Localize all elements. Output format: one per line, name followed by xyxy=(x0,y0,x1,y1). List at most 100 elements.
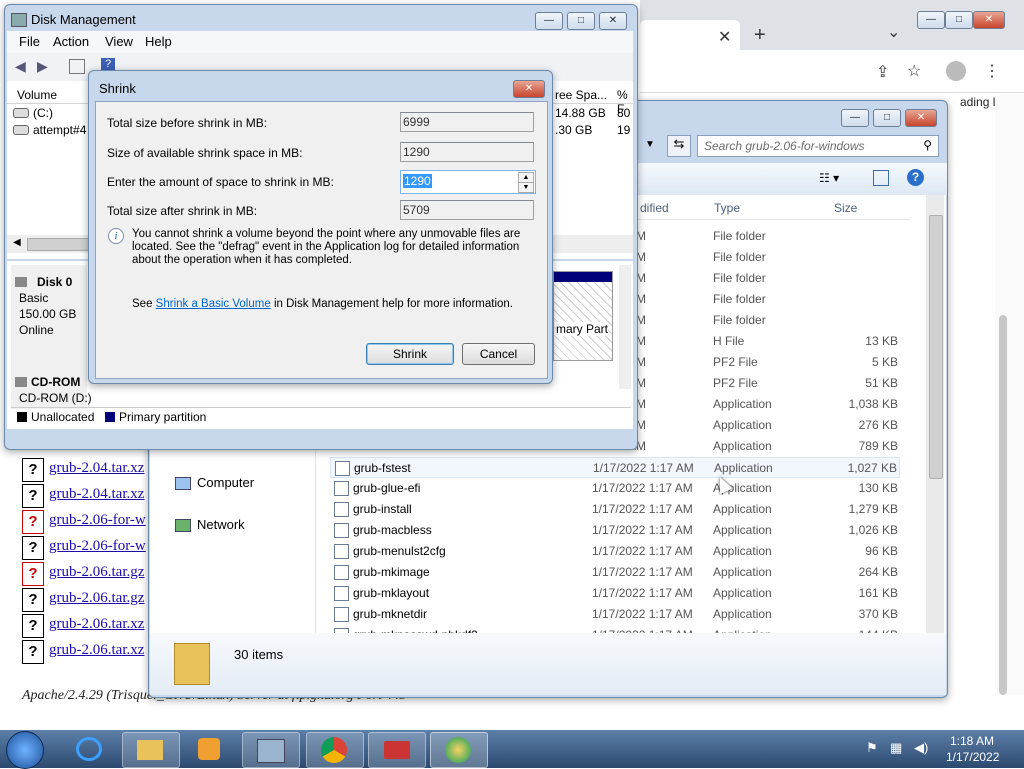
partition-label: mary Part xyxy=(556,322,609,336)
application-file-icon xyxy=(334,523,349,538)
taskbar-toolbox-icon[interactable] xyxy=(368,732,426,768)
menu-file[interactable]: File xyxy=(19,34,40,49)
shrink-amount-input[interactable]: 1290 xyxy=(403,174,432,188)
properties-icon[interactable] xyxy=(69,59,85,74)
forward-icon[interactable]: ▶ xyxy=(37,58,48,75)
file-size: 1,027 KB xyxy=(847,461,897,475)
application-file-icon xyxy=(334,565,349,580)
dm-close-button[interactable]: ✕ xyxy=(599,12,627,30)
dm-minimize-button[interactable]: — xyxy=(535,12,563,30)
taskbar-explorer-icon[interactable] xyxy=(122,732,180,768)
dm-maximize-button[interactable]: □ xyxy=(567,12,595,30)
clock-time[interactable]: 1:18 AM xyxy=(950,734,994,748)
file-row[interactable]: grub-mklayout 1/17/2022 1:17 AM Applicatio… xyxy=(330,583,900,604)
file-type: Application xyxy=(713,565,772,579)
unallocated-swatch xyxy=(17,412,27,422)
taskbar-disk-management-icon[interactable] xyxy=(242,732,300,768)
file-row[interactable]: grub-mknetdir 1/17/2022 1:17 AM Applicatio… xyxy=(330,604,900,625)
file-type: File folder xyxy=(713,292,766,306)
file-size: 130 KB xyxy=(858,481,898,495)
menu-view[interactable]: View xyxy=(105,34,133,49)
disk0-type: Basic xyxy=(19,291,49,305)
cdrom-drive: CD-ROM (D:) xyxy=(19,391,92,405)
file-date: 1/17/2022 1:17 AM xyxy=(593,461,694,475)
taskbar-chrome-icon[interactable] xyxy=(306,732,364,768)
menu-help[interactable]: Help xyxy=(145,34,172,49)
file-type: Application xyxy=(713,439,772,453)
label-total-after: Total size after shrink in MB: xyxy=(107,204,258,218)
cdrom-info[interactable]: CD-ROM CD-ROM (D:) xyxy=(11,373,92,409)
shrink-amount-stepper[interactable]: 1290 ▲ ▼ xyxy=(400,170,536,194)
file-row[interactable]: grub-fstest 1/17/2022 1:17 AM Application 1… xyxy=(330,457,900,478)
column-volume[interactable]: Volume xyxy=(17,88,57,102)
total-before-field: 6999 xyxy=(400,112,534,132)
application-file-icon xyxy=(334,586,349,601)
file-date: 1/17/2022 1:17 AM xyxy=(592,481,693,495)
cancel-button[interactable]: Cancel xyxy=(462,343,535,365)
file-date: 1/17/2022 1:17 AM xyxy=(592,502,693,516)
legend-primary: Primary partition xyxy=(119,410,207,424)
shrink-close-button[interactable]: ✕ xyxy=(513,80,545,98)
primary-partition-block[interactable]: mary Part xyxy=(553,271,613,361)
volume-free: 14.88 GB xyxy=(555,106,606,120)
file-name: grub-menulst2cfg xyxy=(353,544,446,558)
legend-unallocated: Unallocated xyxy=(31,410,95,424)
application-file-icon xyxy=(334,628,349,633)
file-size: 5 KB xyxy=(871,355,898,369)
spin-down-icon[interactable]: ▼ xyxy=(518,182,534,193)
volume-tray-icon[interactable]: ◀) xyxy=(914,740,928,756)
file-type: Application xyxy=(713,418,772,432)
file-link[interactable]: grub-2.06.tar.xz xyxy=(49,642,144,659)
file-date: 1/17/2022 1:17 AM xyxy=(592,586,693,600)
network-tray-icon[interactable]: ▦ xyxy=(890,740,902,756)
file-row[interactable]: grub-glue-efi 1/17/2022 1:17 AM Applicatio… xyxy=(330,478,900,499)
available-field: 1290 xyxy=(400,142,534,162)
file-date: 1/17/2022 1:17 AM xyxy=(592,565,693,579)
menu-action[interactable]: Action xyxy=(53,34,89,49)
total-after-field: 5709 xyxy=(400,200,534,220)
taskbar-windows-icon[interactable] xyxy=(430,732,488,768)
taskbar-ie-icon[interactable] xyxy=(62,732,118,766)
shrink-button[interactable]: Shrink xyxy=(366,343,454,365)
file-size: 276 KB xyxy=(858,418,898,432)
file-size: 144 KB xyxy=(859,628,898,633)
application-file-icon xyxy=(334,502,349,517)
file-name: grub-mkpasswd-pbkdf2 xyxy=(353,628,478,633)
disk-map-scrollbar[interactable] xyxy=(619,265,631,389)
file-type: Application xyxy=(713,628,772,633)
file-row[interactable]: grub-mkpasswd-pbkdf2 1/17/2022 1:17 AM App… xyxy=(330,625,900,633)
file-type: Application xyxy=(713,502,772,516)
taskbar-media-player-icon[interactable] xyxy=(182,732,238,766)
file-size: 789 KB xyxy=(858,439,898,453)
items-count: 30 items xyxy=(234,647,284,662)
file-type: H File xyxy=(713,334,745,348)
file-name: grub-install xyxy=(353,502,412,516)
file-size: 370 KB xyxy=(858,607,898,621)
start-button[interactable] xyxy=(6,731,44,769)
file-type: Application xyxy=(713,607,772,621)
file-row[interactable]: grub-menulst2cfg 1/17/2022 1:17 AM Applica… xyxy=(330,541,900,562)
label-total-before: Total size before shrink in MB: xyxy=(107,116,268,130)
drive-icon xyxy=(13,108,29,118)
cdrom-name: CD-ROM xyxy=(31,375,81,389)
details-pane: 30 items xyxy=(150,633,946,695)
back-icon[interactable]: ◀ xyxy=(15,58,26,75)
help-link[interactable]: Shrink a Basic Volume xyxy=(156,298,271,310)
scroll-left-icon[interactable]: ◀ xyxy=(13,237,21,248)
file-size: 96 KB xyxy=(865,544,898,558)
column-free-space[interactable]: ree Spa... xyxy=(555,88,607,102)
disk-management-icon xyxy=(11,13,27,27)
file-date: 1/17/2022 1:17 AM xyxy=(592,523,693,537)
file-size: 1,279 KB xyxy=(848,502,898,516)
file-size: 264 KB xyxy=(858,565,898,579)
action-center-flag-icon[interactable]: ⚑ xyxy=(866,740,878,756)
clock-date[interactable]: 1/17/2022 xyxy=(946,750,999,764)
file-row[interactable]: grub-install 1/17/2022 1:17 AM Application… xyxy=(330,499,900,520)
file-type: File folder xyxy=(713,271,766,285)
label-available: Size of available shrink space in MB: xyxy=(107,146,303,160)
disk0-info[interactable]: Disk 0 Basic 150.00 GB Online xyxy=(11,265,87,373)
application-file-icon xyxy=(334,481,349,496)
file-row[interactable]: grub-macbless 1/17/2022 1:17 AM Applicatio… xyxy=(330,520,900,541)
shrink-body: Total size before shrink in MB: 6999 Siz… xyxy=(95,101,548,379)
file-row[interactable]: grub-mkimage 1/17/2022 1:17 AM Application… xyxy=(330,562,900,583)
